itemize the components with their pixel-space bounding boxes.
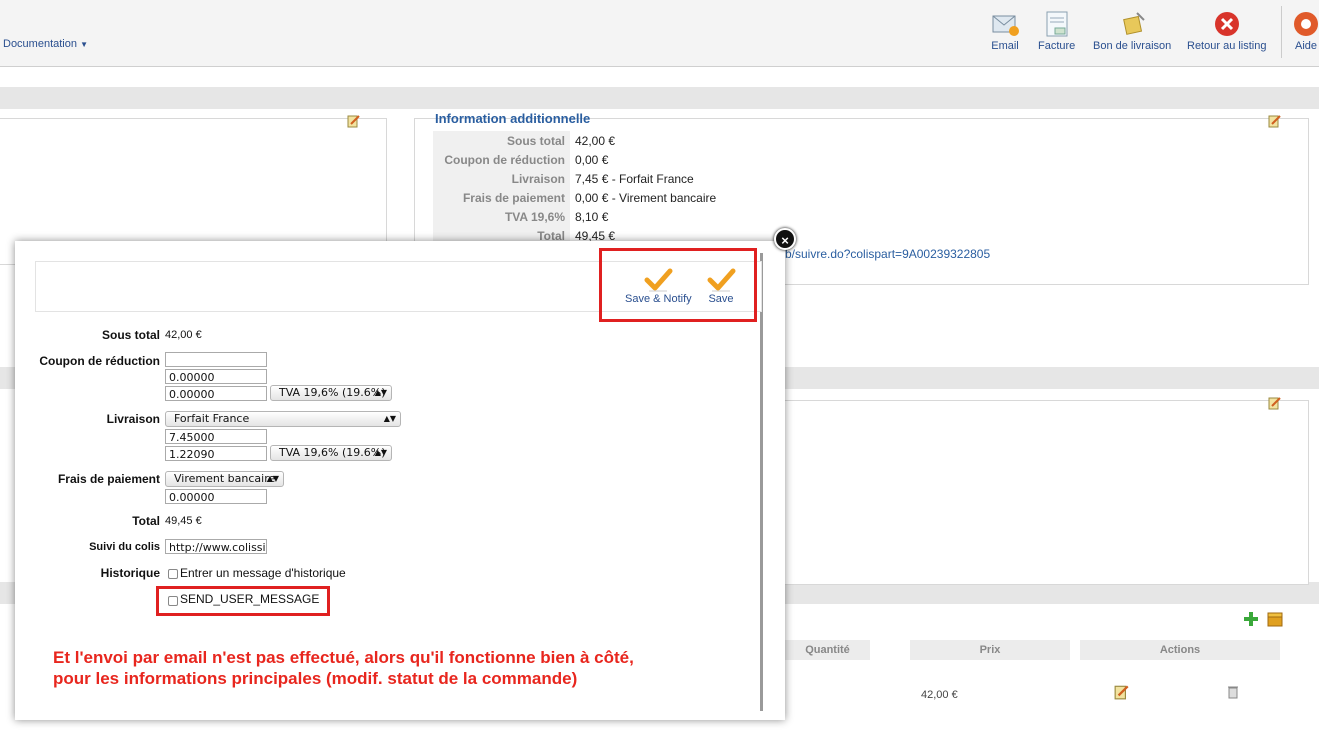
label-livraison: Livraison — [106, 412, 160, 426]
info-key: Livraison — [433, 169, 570, 188]
shipping-tax-amount-input[interactable]: 1.22090 — [165, 446, 267, 461]
info-key: TVA 19,6% — [433, 207, 570, 226]
coupon-tax-select-value: TVA 19,6% (19.6%) — [279, 386, 386, 399]
select-arrows-icon: ▲▼ — [383, 414, 396, 423]
select-arrows-icon: ▲▼ — [266, 474, 279, 483]
chevron-down-icon: ▼ — [80, 40, 88, 49]
info-key: Sous total — [433, 131, 570, 150]
delivery-note-label: Bon de livraison — [1093, 40, 1172, 52]
delete-product-icon[interactable] — [1227, 685, 1239, 699]
back-to-list-label: Retour au listing — [1187, 40, 1267, 52]
product-box-icon[interactable] — [1267, 611, 1283, 627]
value-total: 49,45 € — [165, 515, 202, 527]
section-band — [0, 87, 1319, 109]
help-label: Aide — [1294, 40, 1318, 52]
label-suivi-colis: Suivi du colis — [89, 541, 160, 553]
history-message-checkbox[interactable] — [168, 569, 178, 579]
annotation-note: Et l'envoi par email n'est pas effectué,… — [53, 647, 634, 689]
info-value: 0,00 € — [575, 152, 609, 167]
delivery-note-button[interactable]: Bon de livraison — [1093, 10, 1171, 52]
payment-method-value: Virement bancaire — [174, 472, 276, 485]
coupon-amount-input[interactable]: 0.00000 — [165, 369, 267, 384]
documentation-menu[interactable]: Documentation ▼ — [3, 38, 88, 50]
edit-icon[interactable] — [347, 114, 361, 128]
edit-product-icon[interactable] — [1114, 684, 1130, 700]
delivery-note-icon — [1123, 12, 1145, 35]
tracking-url-input[interactable]: http://www.colissim — [165, 539, 267, 554]
toolbar-separator — [1281, 6, 1282, 58]
select-arrows-icon: ▲▼ — [374, 448, 387, 457]
shipping-tax-select[interactable]: TVA 19,6% (19.6%) ▲▼ — [270, 445, 392, 461]
annotation-line-2: pour les informations principales (modif… — [53, 669, 578, 688]
info-value: 0,00 € - Virement bancaire — [575, 190, 717, 205]
shipping-tax-select-value: TVA 19,6% (19.6%) — [279, 446, 386, 459]
help-icon — [1294, 12, 1318, 36]
column-quantity: Quantité — [785, 640, 870, 660]
highlight-box-save-buttons — [599, 248, 757, 322]
invoice-icon — [1046, 11, 1068, 37]
product-price: 42,00 € — [921, 689, 958, 701]
payment-amount-input[interactable]: 0.00000 — [165, 489, 267, 504]
tracking-link[interactable]: b/suivre.do?colispart=9A00239322805 — [785, 247, 990, 261]
label-coupon: Coupon de réduction — [39, 354, 160, 368]
payment-method-select[interactable]: Virement bancaire ▲▼ — [165, 471, 284, 487]
back-to-list-button[interactable]: Retour au listing — [1187, 10, 1267, 52]
info-value: 8,10 € — [575, 209, 609, 224]
annotation-line-1: Et l'envoi par email n'est pas effectué,… — [53, 648, 634, 667]
toolbar: Documentation ▼ Email Facture Bon de liv… — [0, 0, 1319, 67]
info-row: Sous total 42,00 € — [433, 131, 721, 150]
modal-scrollbar[interactable] — [760, 253, 763, 711]
history-message-label: Entrer un message d'historique — [180, 566, 346, 580]
additional-info-table: Sous total 42,00 € Coupon de réduction 0,0… — [433, 131, 721, 245]
label-historique: Historique — [100, 566, 160, 580]
close-icon[interactable]: × — [774, 228, 796, 250]
coupon-tax-select[interactable]: TVA 19,6% (19.6%) ▲▼ — [270, 385, 392, 401]
invoice-label: Facture — [1038, 40, 1076, 52]
info-value: 7,45 € - Forfait France — [575, 171, 694, 186]
label-sous-total: Sous total — [101, 328, 160, 342]
edit-icon[interactable] — [1268, 396, 1282, 410]
label-frais-paiement: Frais de paiement — [57, 472, 160, 486]
info-row: TVA 19,6% 8,10 € — [433, 207, 721, 226]
email-icon — [992, 15, 1019, 36]
info-row: Coupon de réduction 0,00 € — [433, 150, 721, 169]
help-button[interactable]: Aide — [1291, 10, 1319, 52]
edit-icon[interactable] — [1268, 114, 1282, 128]
invoice-button[interactable]: Facture — [1038, 10, 1075, 52]
column-actions: Actions — [1080, 640, 1280, 660]
info-row: Frais de paiement 0,00 € - Virement banca… — [433, 188, 721, 207]
info-value: 42,00 € — [575, 133, 616, 148]
back-to-list-icon — [1214, 12, 1239, 36]
shipping-method-value: Forfait France — [174, 412, 250, 425]
column-price: Prix — [910, 640, 1070, 660]
shipping-amount-input[interactable]: 7.45000 — [165, 429, 267, 444]
highlight-box-send-message — [156, 586, 330, 616]
add-product-icon[interactable] — [1243, 611, 1259, 627]
documentation-menu-label: Documentation — [3, 38, 77, 50]
label-total: Total — [132, 514, 160, 528]
info-row: Livraison 7,45 € - Forfait France — [433, 169, 721, 188]
additional-info-title: Information additionnelle — [435, 111, 591, 126]
info-key: Frais de paiement — [433, 188, 570, 207]
info-key: Coupon de réduction — [433, 150, 570, 169]
value-sous-total: 42,00 € — [165, 329, 202, 341]
coupon-tax-amount-input[interactable]: 0.00000 — [165, 386, 267, 401]
email-label: Email — [991, 40, 1019, 52]
email-button[interactable]: Email — [990, 10, 1020, 52]
shipping-method-select[interactable]: Forfait France ▲▼ — [165, 411, 401, 427]
coupon-name-input[interactable] — [165, 352, 267, 367]
select-arrows-icon: ▲▼ — [374, 388, 387, 397]
